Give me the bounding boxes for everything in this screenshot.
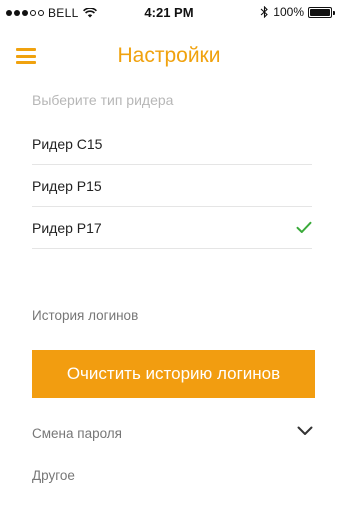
nav-bar: Настройки [0,26,338,84]
reader-item-c15[interactable]: Ридер C15 [32,123,312,165]
reader-item-label: Ридер C15 [32,135,103,152]
reader-list: Ридер C15 Ридер P15 Ридер P17 [32,123,312,249]
change-password-row[interactable]: Смена пароля [32,420,315,448]
chevron-down-icon[interactable] [297,426,313,436]
battery-percent: 100% [273,5,304,19]
page-title: Настройки [117,44,221,67]
clear-login-history-button[interactable]: Очистить историю логинов [32,350,315,398]
reader-item-label: Ридер P15 [32,177,102,194]
bluetooth-icon [260,6,269,18]
checkmark-icon [296,221,312,233]
battery-icon [308,6,335,18]
change-password-label: Смена пароля [32,426,122,441]
other-item[interactable]: Другое [32,468,75,483]
status-right: 100% [260,5,335,19]
reader-item-p15[interactable]: Ридер P15 [32,165,312,207]
reader-item-label: Ридер P17 [32,219,102,236]
status-bar: BELL 4:21 PM 100% [0,0,338,26]
login-history-label: История логинов [32,308,139,323]
settings-screen: BELL 4:21 PM 100% Настройки Выберите тип… [0,0,338,509]
reader-item-p17[interactable]: Ридер P17 [32,207,312,249]
reader-type-hint: Выберите тип ридера [32,92,174,108]
